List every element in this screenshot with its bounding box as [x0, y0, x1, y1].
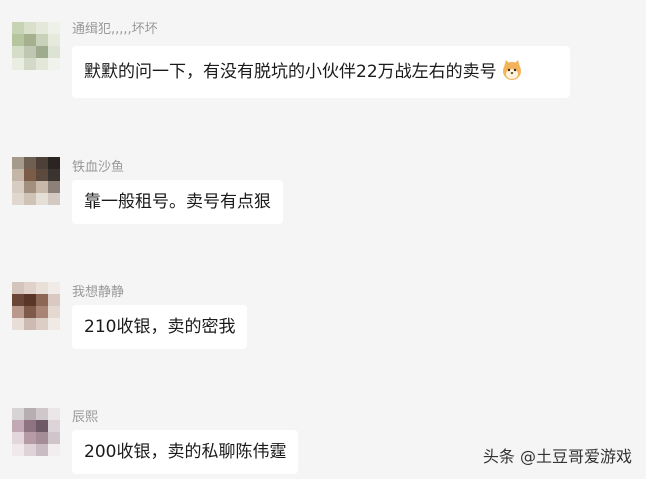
message-bubble: 默默的问一下，有没有脱坑的小伙伴22万战左右的卖号	[72, 46, 570, 98]
shiba-dog-emoji-icon	[502, 60, 521, 80]
sender-name: 通缉犯,,,,,坏坏	[72, 22, 158, 37]
avatar[interactable]	[12, 282, 60, 330]
message-text: 默默的问一下，有没有脱坑的小伙伴22万战左右的卖号	[84, 62, 497, 82]
message-bubble: 靠一般租号。卖号有点狠	[72, 180, 283, 224]
sender-name: 我想静静	[72, 285, 125, 300]
message-text: 210收银，卖的密我	[84, 317, 236, 337]
message-bubble: 210收银，卖的密我	[72, 305, 248, 349]
sender-name: 铁血沙鱼	[72, 160, 125, 175]
sender-name: 辰熙	[72, 410, 99, 425]
avatar[interactable]	[12, 408, 60, 456]
avatar[interactable]	[12, 22, 60, 70]
avatar[interactable]	[12, 157, 60, 205]
message-bubble: 200收银，卖的私聊陈伟霆	[72, 430, 299, 474]
watermark: 头条 @土豆哥爱游戏	[482, 447, 632, 466]
message-text: 靠一般租号。卖号有点狠	[84, 192, 271, 212]
message-text: 200收银，卖的私聊陈伟霆	[84, 442, 287, 462]
